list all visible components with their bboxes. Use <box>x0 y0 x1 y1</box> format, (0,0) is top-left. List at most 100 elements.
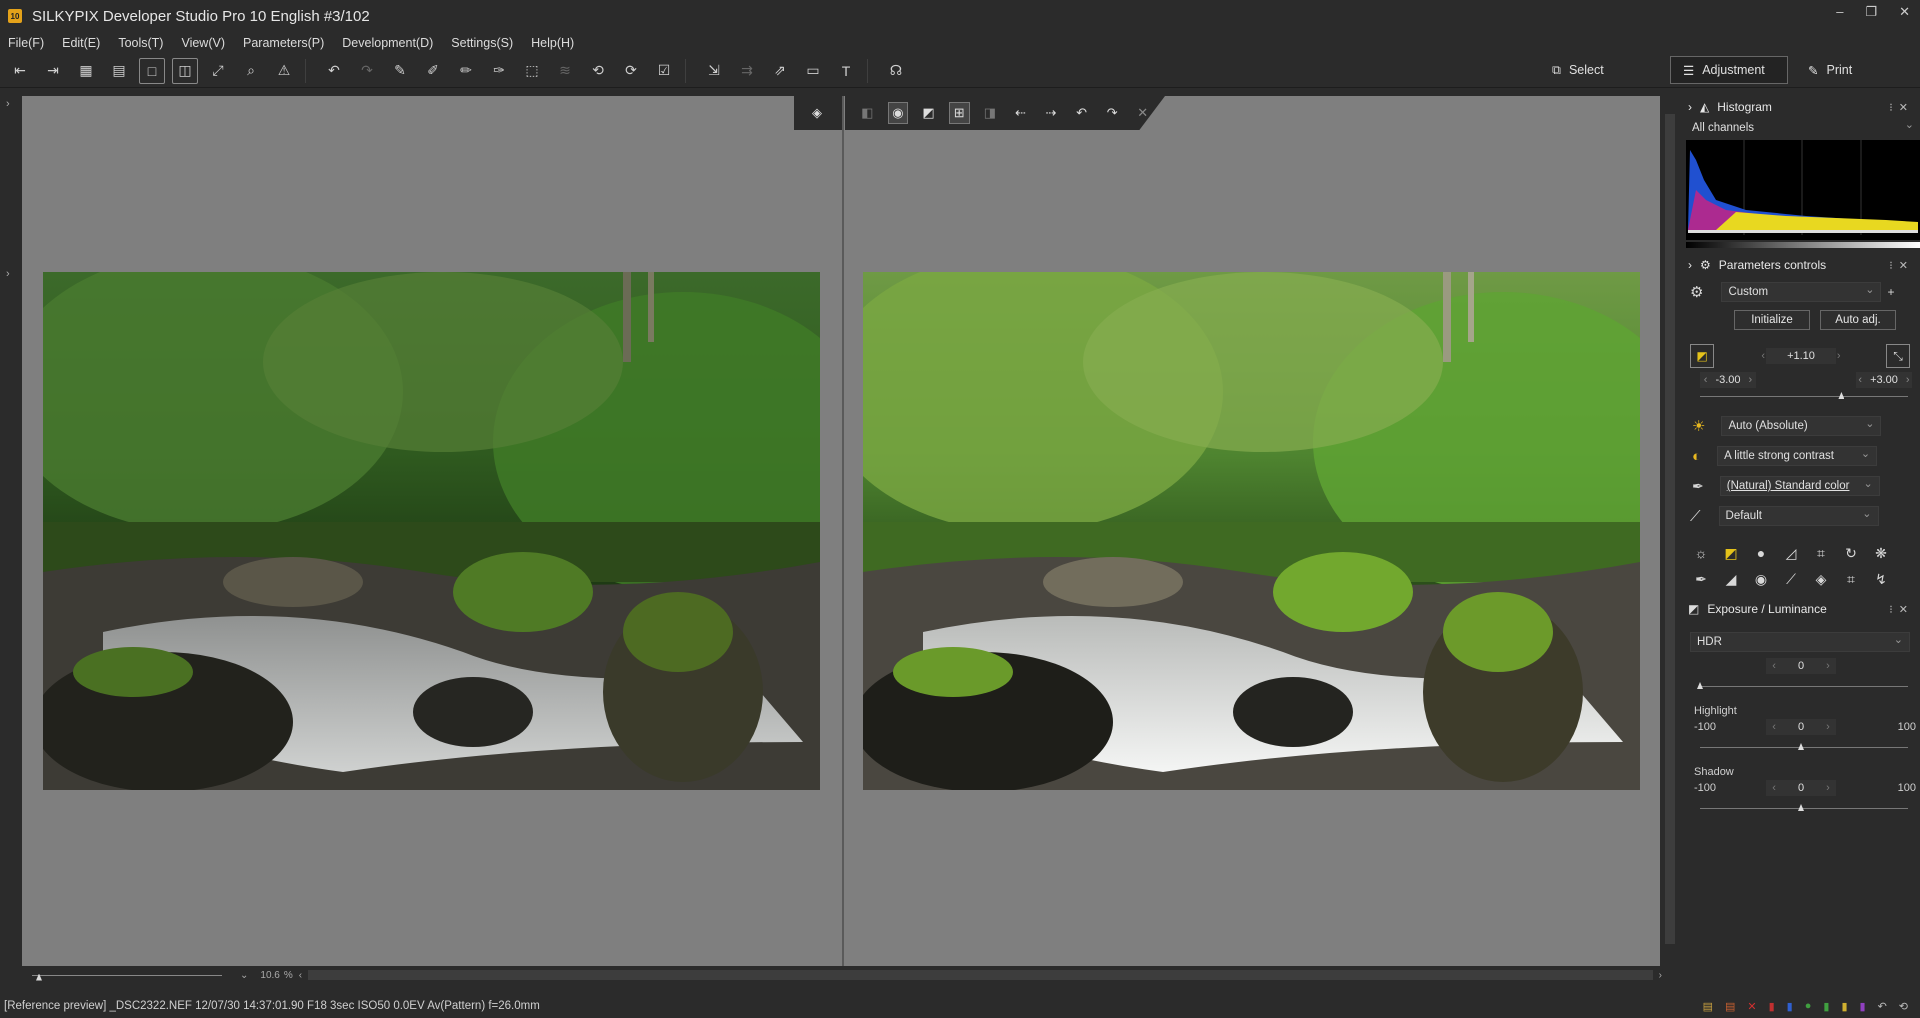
add-preset-icon[interactable]: + <box>1887 285 1894 299</box>
support-icon[interactable]: ☊ <box>883 58 909 84</box>
hdr-slider-knob[interactable] <box>1697 682 1703 689</box>
white-balance-icon[interactable]: ☀ <box>1692 417 1705 435</box>
histogram-header[interactable]: › ◭ Histogram ⁝✕ <box>1680 96 1920 118</box>
next-image-icon[interactable]: ⇥ <box>40 58 66 84</box>
view-undo-icon[interactable]: ↶ <box>1071 102 1092 124</box>
preset-gear-icon[interactable]: ⚙ <box>1690 283 1703 301</box>
lens-tool-icon[interactable]: ◈ <box>1806 566 1836 592</box>
thumbnail-view-icon[interactable]: ▦ <box>73 58 99 84</box>
shadow-slider-knob[interactable] <box>1798 804 1804 811</box>
contrast-icon[interactable]: ◐ <box>1692 448 1701 465</box>
shadow-slider[interactable] <box>1700 804 1908 811</box>
slideshow-icon[interactable]: ▭ <box>800 58 826 84</box>
dropper-tool-icon[interactable]: ✒ <box>1686 566 1716 592</box>
develop-icon[interactable]: ⇲ <box>701 58 727 84</box>
status-purple-icon[interactable]: ▮ <box>1860 1000 1866 1013</box>
status-green-icon[interactable]: ● <box>1805 1000 1812 1013</box>
collapse-arrow-icon-2[interactable]: › <box>1688 258 1692 272</box>
range-max-field[interactable]: ‹ +3.00 › <box>1856 372 1912 388</box>
status-yellow-icon[interactable]: ▮ <box>1841 1000 1847 1013</box>
transform-icon[interactable]: ⬚ <box>519 58 545 84</box>
menu-view[interactable]: View(V) <box>181 36 225 50</box>
redo-icon[interactable]: ↷ <box>354 58 380 84</box>
collapse-arrow-icon[interactable]: › <box>1688 100 1692 114</box>
status-tag-icon[interactable]: ▤ <box>1725 1000 1735 1013</box>
params-header[interactable]: › ⚙ Parameters controls ⁝✕ <box>1680 254 1920 276</box>
hue-tool-icon[interactable]: ❋ <box>1866 540 1896 566</box>
reference-icon[interactable]: ◈ <box>806 102 828 124</box>
menu-development[interactable]: Development(D) <box>342 36 433 50</box>
panel-menu-icon-2[interactable]: ⁝✕ <box>1889 259 1914 272</box>
tone-select[interactable]: A little strong contrast <box>1717 446 1878 466</box>
noise-tool-icon[interactable]: ◉ <box>1746 566 1776 592</box>
vertical-scrollbar[interactable] <box>1662 96 1678 966</box>
compare-divider[interactable] <box>842 96 844 966</box>
layers-icon[interactable]: ≋ <box>552 58 578 84</box>
exposure-header[interactable]: ◩ Exposure / Luminance ⁝✕ <box>1680 598 1920 620</box>
view-option-5-icon[interactable]: ◨ <box>980 102 1001 124</box>
status-red-icon[interactable]: ▮ <box>1769 1000 1775 1013</box>
edit-params-icon[interactable]: ✏ <box>453 58 479 84</box>
range-min-field[interactable]: ‹ -3.00 › <box>1700 372 1756 388</box>
status-green2-icon[interactable]: ▮ <box>1823 1000 1829 1013</box>
view-option-2-icon[interactable]: ◉ <box>887 102 909 124</box>
sharpness-select[interactable]: Default <box>1718 506 1879 526</box>
undo-icon[interactable]: ↶ <box>321 58 347 84</box>
menu-settings[interactable]: Settings(S) <box>451 36 513 50</box>
retouch-tool-icon[interactable]: ⟋ <box>1776 566 1806 592</box>
menu-file[interactable]: File(F) <box>8 36 44 50</box>
brightness-tool-icon[interactable]: ☼ <box>1686 540 1716 566</box>
white-balance-select[interactable]: Auto (Absolute) <box>1721 416 1882 436</box>
prev-compare-icon[interactable]: ⇠ <box>1010 102 1031 124</box>
close-icon[interactable]: ✕ <box>1899 4 1910 20</box>
minimize-icon[interactable]: – <box>1836 4 1843 20</box>
status-undo-icon[interactable]: ↶ <box>1878 1000 1887 1013</box>
zoom-dropdown-icon[interactable]: ⌄ <box>240 970 248 981</box>
menu-help[interactable]: Help(H) <box>531 36 574 50</box>
saturation-tool-icon[interactable]: ● <box>1746 540 1776 566</box>
shadow-field[interactable]: ‹ 0 › <box>1766 780 1837 796</box>
paste-params-icon[interactable]: ✐ <box>420 58 446 84</box>
status-folder-icon[interactable]: ▤ <box>1703 1000 1713 1013</box>
print-mode-button[interactable]: ✎ Print <box>1796 56 1864 84</box>
reference-photo[interactable] <box>43 272 820 790</box>
scroll-right-icon[interactable]: › <box>1659 970 1662 981</box>
text-tool-icon[interactable]: T <box>833 58 859 84</box>
maximize-icon[interactable]: ❐ <box>1865 4 1877 20</box>
rotate-left-icon[interactable]: ⟲ <box>585 58 611 84</box>
highlight-slider-knob[interactable] <box>1798 743 1804 750</box>
dynamic-range-tool-icon[interactable]: ⌗ <box>1806 540 1836 566</box>
sharpness-icon[interactable]: ⟋ <box>1690 508 1701 525</box>
fullscreen-icon[interactable]: ⤢ <box>205 58 231 84</box>
exposure-bias-icon[interactable]: ◩ <box>1690 344 1714 368</box>
copy-params-icon[interactable]: ✎ <box>387 58 413 84</box>
rotate-right-icon[interactable]: ⟳ <box>618 58 644 84</box>
warning-icon[interactable]: ⚠ <box>271 58 297 84</box>
view-option-1-icon[interactable]: ◧ <box>857 102 878 124</box>
menu-parameters[interactable]: Parameters(P) <box>243 36 324 50</box>
zoom-icon[interactable]: ⌕ <box>238 58 264 84</box>
status-reject-icon[interactable]: ✕ <box>1747 1000 1756 1013</box>
brush-icon[interactable]: ✑ <box>486 58 512 84</box>
next-compare-icon[interactable]: ⇢ <box>1041 102 1062 124</box>
compare-view-icon[interactable]: ◫ <box>172 57 198 84</box>
menu-tools[interactable]: Tools(T) <box>118 36 163 50</box>
distortion-tool-icon[interactable]: ↯ <box>1866 566 1896 592</box>
select-mode-button[interactable]: ⧉ Select <box>1540 56 1616 84</box>
channel-select[interactable]: All channels <box>1686 118 1920 138</box>
filmstrip-view-icon[interactable]: ▤ <box>106 58 132 84</box>
panel-menu-icon[interactable]: ⁝✕ <box>1889 101 1914 114</box>
horizontal-scrollbar[interactable] <box>308 970 1653 980</box>
exposure-slider[interactable] <box>1700 392 1908 399</box>
hdr-slider[interactable] <box>1697 682 1908 689</box>
crop-tool-icon[interactable]: ⌗ <box>1836 566 1866 592</box>
initialize-button[interactable]: Initialize <box>1734 310 1810 330</box>
status-rotate-icon[interactable]: ⟲ <box>1899 1000 1908 1013</box>
gradation-tool-icon[interactable]: ◿ <box>1776 540 1806 566</box>
adjustment-mode-button[interactable]: ☰ Adjustment <box>1670 56 1788 84</box>
rotation-tool-icon[interactable]: ↻ <box>1836 540 1866 566</box>
view-redo-icon[interactable]: ↷ <box>1102 102 1123 124</box>
highlight-slider[interactable] <box>1700 743 1908 750</box>
exposure-bias-field[interactable]: ‹ +1.10 › <box>1761 348 1841 364</box>
preview-photo[interactable] <box>863 272 1640 790</box>
